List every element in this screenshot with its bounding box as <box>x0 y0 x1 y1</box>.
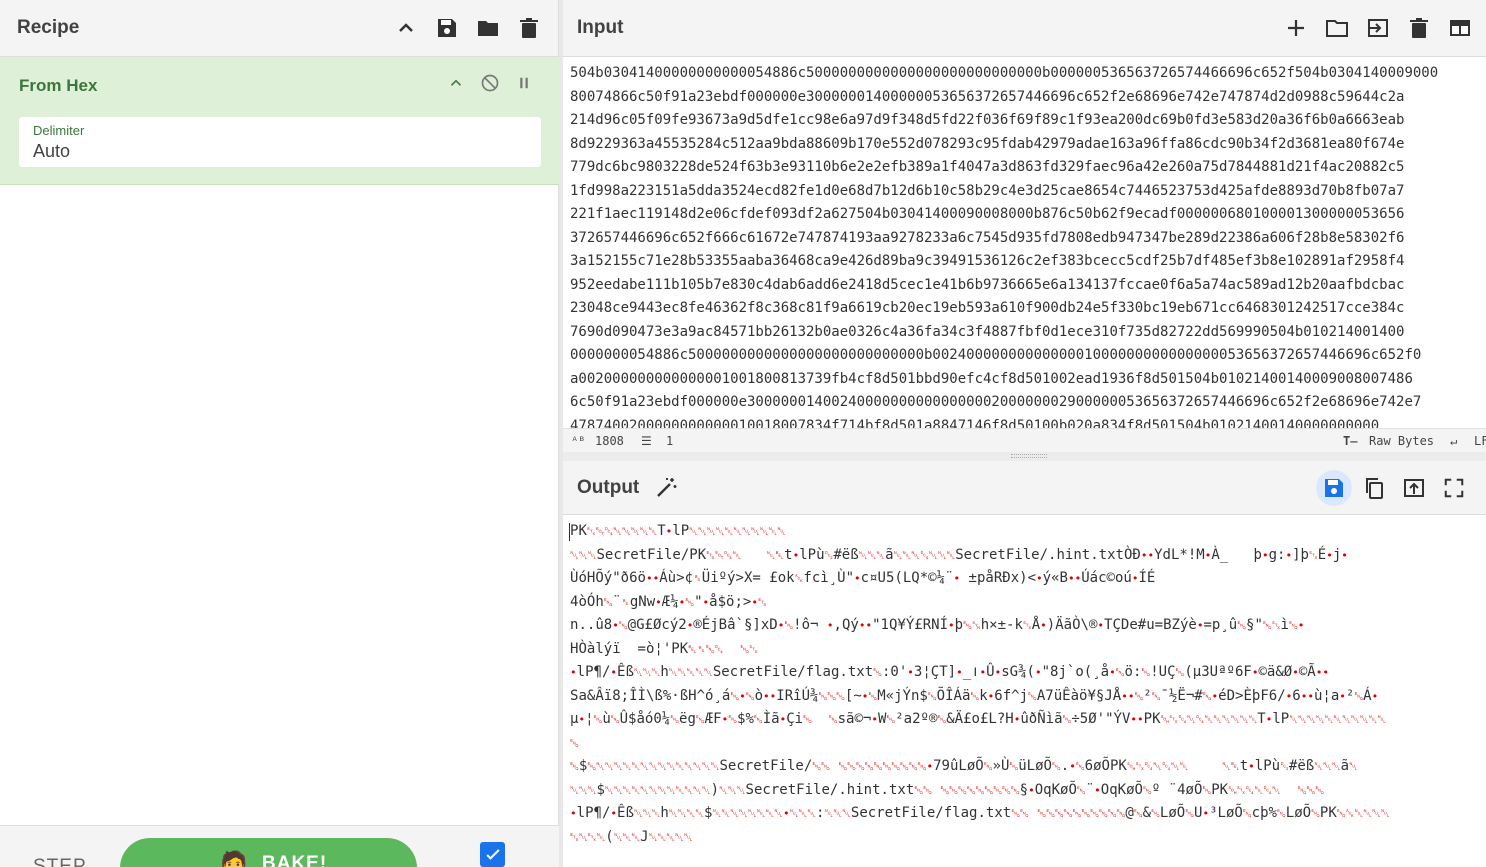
input-line: a002000000000000001001800813739fb4cf8d50… <box>570 370 1413 387</box>
line-count: 1 <box>666 434 674 448</box>
bake-label: BAKE! <box>262 853 328 867</box>
input-line: 4787400200000000000010018007834f714bf8d5… <box>570 417 1380 429</box>
input-line: 1fd998a223151a5dda3524ecd82fe1d0e68d7b12… <box>570 182 1405 199</box>
output-panel: Output PK␃␄␔␀␀␀␀␀T•lP␀␀␀␀␀␀␀␀␀␀␀ ␀␀␀Secre… <box>563 461 1486 867</box>
input-line: 779dc6bc9803228de524f63b3e93110b6e2e2efb… <box>570 159 1405 175</box>
output-line: µ•¦␅ù␅Û$åó0¼␅ëg␅ÆF•␅$%␅Ìã•Çi␅ ␅sã©¬•W␅²a… <box>570 711 1387 727</box>
input-line: 80074866c50f91a23ebdf000000e300000014000… <box>570 88 1405 105</box>
chars-icon: ᴬᴮ <box>571 434 586 448</box>
output-line: ␃␀␃␀(␀␀␀J␀␀␀␀␀ <box>570 828 693 845</box>
delimiter-label: Delimiter <box>33 123 85 138</box>
check-icon <box>485 848 500 860</box>
input-line: 3a152155c71e28b53355aaba36468ca9e426d89b… <box>570 253 1405 269</box>
output-line: •lP¶/•Êß␀␀␀h␀␀␀␀$␀␀␀␀␀␀␀␀•␀␀␀:␀␀␀SecretF… <box>570 805 1390 821</box>
input-line: 214d96c05f09fe93673a9d5dfe1cc98e6a97d9f3… <box>570 112 1405 128</box>
chef-hat-icon: 🧑 <box>220 850 248 867</box>
input-panel: Input 504b03041400000000000054886c500000… <box>563 0 1486 452</box>
resize-grip[interactable] <box>1011 454 1047 458</box>
from-hex-operation[interactable]: From Hex Delimiter Auto <box>0 57 559 185</box>
recipe-header: Recipe <box>0 0 558 57</box>
eol-icon[interactable]: ↵ <box>1450 434 1457 448</box>
auto-bake-checkbox[interactable] <box>480 842 505 867</box>
recipe-footer: STEP 🧑 BAKE! <box>0 825 559 867</box>
output-line: ␀␀␀$␀␀␀␀␀␀␀␀␀␀␀␀)␀␀␀SecretFile/.hint.txt… <box>570 781 1325 798</box>
pause-icon[interactable] <box>513 72 535 94</box>
horizontal-divider[interactable] <box>563 452 1486 461</box>
trash-icon[interactable] <box>517 16 541 40</box>
delimiter-field[interactable]: Delimiter Auto <box>19 117 541 167</box>
input-line: 6c50f91a23ebdf000000e3000000140024000000… <box>570 394 1422 410</box>
input-line: 372657446696c652f666c61672e747874193aa92… <box>570 229 1405 246</box>
delimiter-value[interactable]: Auto <box>33 141 70 162</box>
input-textarea[interactable]: 504b03041400000000000054886c500000000000… <box>570 62 1486 428</box>
input-line: 8d9229363a45535284c512aa9bda88609b170e55… <box>570 135 1405 152</box>
disable-icon[interactable] <box>479 72 501 94</box>
input-line: 0000000054886c50000000000000000000000000… <box>570 347 1422 363</box>
input-line: 221f1aec119148d2e06cfdef093df2a627504b03… <box>570 206 1405 222</box>
folder-icon[interactable] <box>476 16 500 40</box>
output-line: ␅ <box>570 736 579 750</box>
output-title: Output <box>577 476 640 498</box>
open-folder-icon[interactable] <box>1325 16 1349 40</box>
output-line: n..û8•␅@G£Øcý2•®ÉjBâ`§]xD•␅!ô¬ •,Qý••"1Q… <box>570 617 1305 633</box>
output-line: 4òÓh␅¨␈gNw•Æ¼•␅"•å$ö;>•␃ <box>570 593 767 610</box>
output-textarea[interactable]: PK␃␄␔␀␀␀␀␀T•lP␀␀␀␀␀␀␀␀␀␀␀ ␀␀␀SecretFile/P… <box>570 520 1486 867</box>
output-line: ␅$␅␀␀␀␀␀␀␀␀␀␀␀␀␀␀SecretFile/␅␅ ␅␅␅␅␅␅␅␅␅… <box>570 758 1358 774</box>
output-line: •lP¶/•Êß␀␀␀h␀␀␀␀␀SecretFile/flag.txt␅:0'… <box>570 664 1329 680</box>
input-line: 952eedabe111b105b7e830c4dab6add6e2418d5c… <box>570 276 1405 293</box>
step-button[interactable]: STEP <box>33 856 87 867</box>
encoding-label[interactable]: Raw Bytes <box>1369 434 1434 448</box>
text-encoding-icon[interactable]: T̶ <box>1343 434 1357 448</box>
output-line: PK␃␄␔␀␀␀␀␀T•lP␀␀␀␀␀␀␀␀␀␀␀ <box>570 523 787 539</box>
bake-button[interactable]: 🧑 BAKE! <box>120 838 417 867</box>
replace-input-icon[interactable] <box>1396 470 1432 506</box>
chevron-up-icon[interactable] <box>394 16 418 40</box>
output-line: HÒàlýï =ò¦'PK␇␈␅␔ ␅␂ <box>570 640 758 657</box>
output-line: ÙóHÕý"ð6ö••Áù>¢␈Üiºý>X= £ok␆fcì¸Ù"•c¤U5(… <box>570 570 1156 586</box>
magic-wand-icon[interactable] <box>653 475 679 501</box>
input-line: 7690d090473e3a9ac84571bb26132b0ae0326c4a… <box>570 323 1405 340</box>
trash-icon[interactable] <box>1407 16 1431 40</box>
input-line: 504b03041400000000000054886c500000000000… <box>570 65 1439 81</box>
copy-icon[interactable] <box>1356 470 1392 506</box>
chevron-up-icon[interactable] <box>445 72 467 94</box>
output-header: Output <box>563 461 1486 515</box>
output-line: Sa&Âï8;ÎÌ\ß%·ßH^ó¸á␅•␅ò••IRîÚ¾␅␅␅[~•␅M«j… <box>570 687 1379 704</box>
input-status-bar: ᴬᴮ 1808 ☰ 1 T̶ Raw Bytes ↵ LF <box>563 428 1486 452</box>
output-line: ␀␀␀SecretFile/PK␃␄␔␀ ␀␇t•lPù␒#ëß␀␀␀ã␀␀␀␔… <box>570 546 1348 563</box>
input-title: Input <box>577 17 624 38</box>
layout-icon[interactable] <box>1448 16 1472 40</box>
import-icon[interactable] <box>1366 16 1390 40</box>
input-header: Input <box>563 0 1486 57</box>
recipe-panel: Recipe From Hex Delimiter Auto STEP 🧑 BA… <box>0 0 559 867</box>
save-output-icon[interactable] <box>1316 469 1352 506</box>
fullscreen-icon[interactable] <box>1436 470 1472 506</box>
operation-name: From Hex <box>19 76 98 95</box>
eol-label[interactable]: LF <box>1474 434 1486 448</box>
char-count: 1808 <box>595 434 624 448</box>
input-line: 23048ce9443ec8fe46362f8c368c81f9a6619cb2… <box>570 300 1405 316</box>
lines-icon: ☰ <box>641 434 652 448</box>
recipe-title: Recipe <box>17 17 80 38</box>
save-icon[interactable] <box>435 16 459 40</box>
plus-icon[interactable] <box>1284 16 1308 40</box>
